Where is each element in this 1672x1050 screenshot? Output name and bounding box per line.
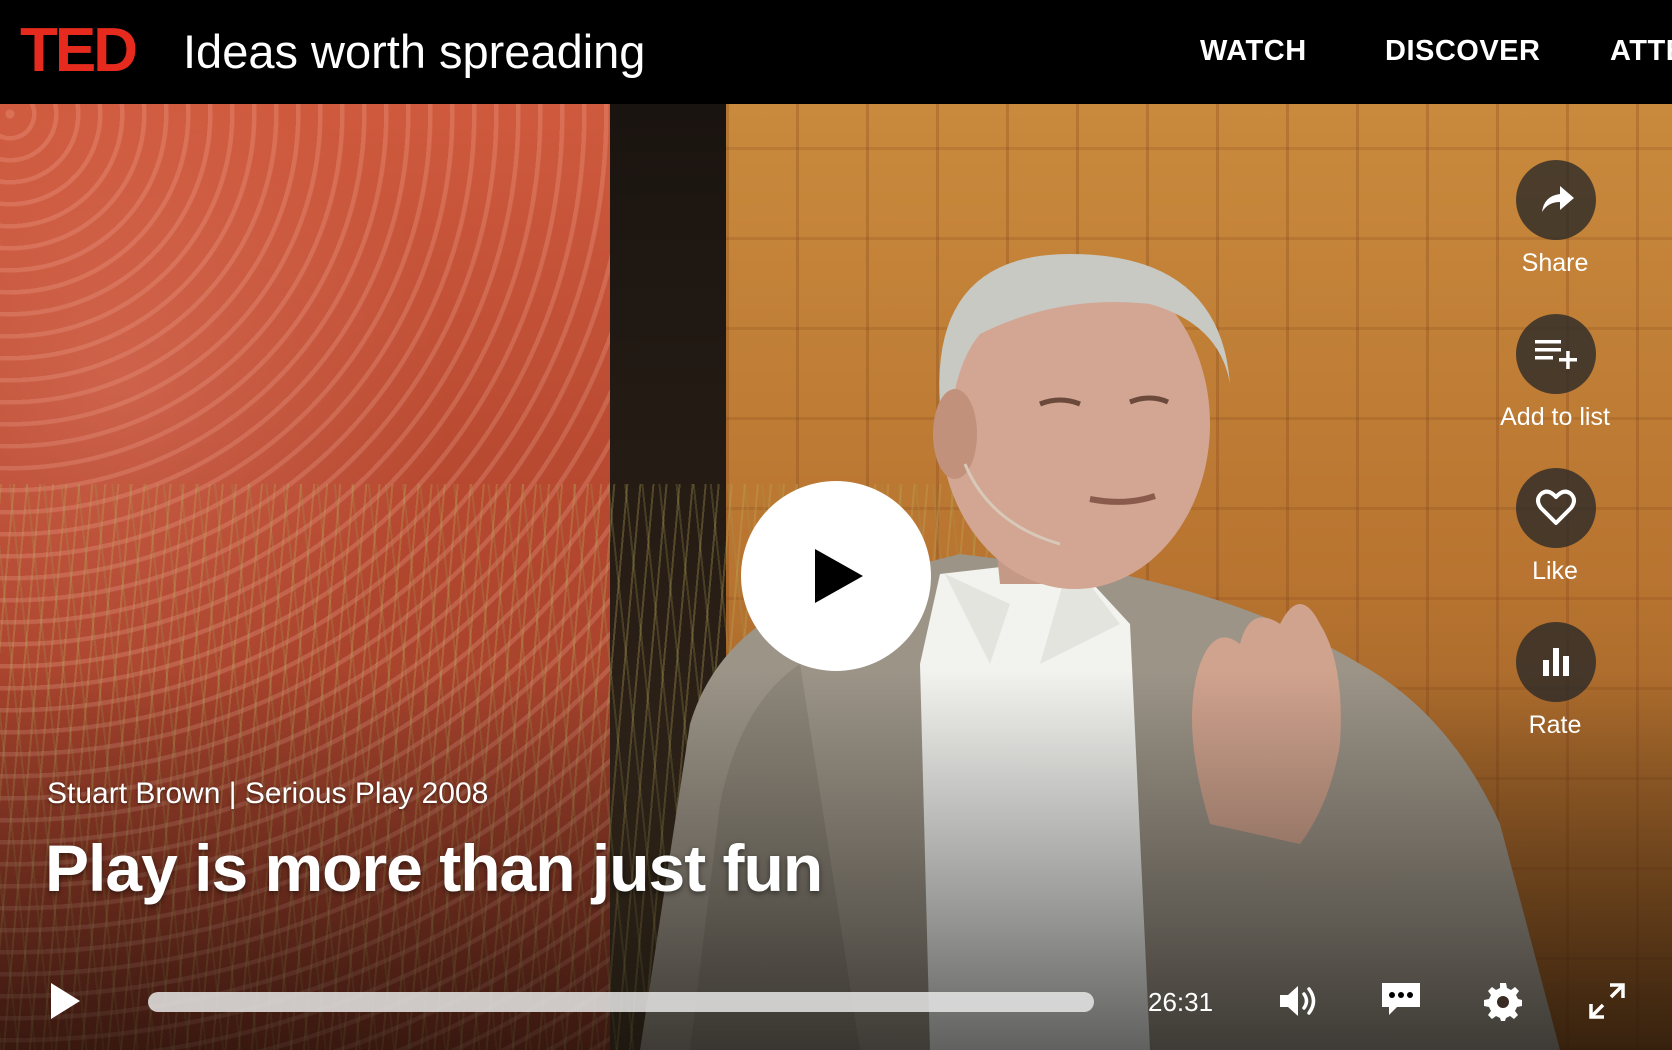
share-button[interactable]: Share [1460,160,1650,290]
heart-icon-circle [1516,468,1596,548]
top-nav-bar: TED Ideas worth spreading WATCH DISCOVER… [0,0,1672,104]
share-label: Share [1521,249,1589,277]
ted-logo[interactable]: TED [20,18,138,84]
add-to-list-icon-circle [1516,314,1596,394]
talk-title: Play is more than just fun [45,831,823,905]
add-to-list-button[interactable]: Add to list [1460,314,1650,444]
fullscreen-button[interactable] [1582,976,1632,1026]
rate-label: Rate [1528,711,1582,739]
nav-discover[interactable]: DISCOVER [1385,34,1540,68]
nav-watch[interactable]: WATCH [1200,34,1307,68]
add-to-list-icon [1535,340,1577,369]
speaker-event-label[interactable]: Stuart Brown | Serious Play 2008 [47,776,488,812]
settings-button[interactable] [1478,976,1528,1026]
volume-button[interactable] [1274,976,1324,1026]
video-player[interactable]: Share Add to list Like Rate Stuart Brown… [0,104,1672,1050]
tagline: Ideas worth spreading [183,25,646,78]
share-icon-circle [1516,160,1596,240]
like-button[interactable]: Like [1460,468,1650,598]
share-icon [1542,186,1574,212]
bar-chart-icon [1543,648,1569,676]
bar-chart-icon-circle [1516,622,1596,702]
volume-icon [1280,986,1316,1016]
fullscreen-icon [1589,983,1625,1019]
player-controls: 26:31 [0,946,1672,1050]
play-icon [815,549,863,603]
subtitles-icon [1382,983,1420,1015]
play-button[interactable] [40,976,90,1026]
settings-gear-icon [1484,983,1522,1021]
play-icon [51,983,80,1019]
big-play-button[interactable] [741,481,931,671]
rate-button[interactable]: Rate [1460,622,1650,752]
duration-label: 26:31 [1148,987,1214,1017]
heart-icon [1536,489,1576,525]
add-to-list-label: Add to list [1500,403,1610,431]
nav-attend[interactable]: ATTE [1610,34,1672,68]
progress-bar[interactable] [148,992,1094,1012]
subtitles-button[interactable] [1374,974,1428,1024]
like-label: Like [1532,557,1578,585]
